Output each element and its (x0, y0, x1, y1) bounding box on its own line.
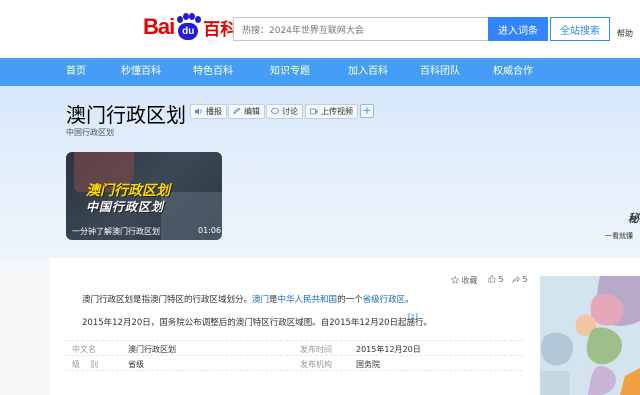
upload-video-button[interactable]: 上传视频 (305, 104, 358, 119)
site-search-button[interactable]: 全站搜索 (550, 17, 610, 41)
summary-text: 是 (269, 295, 278, 305)
info-label: 发布机构 (300, 360, 332, 369)
summary-paragraph-1: 澳门行政区划是指澳门特区的行政区域划分。澳门是中华人民共和国的一个省级行政区。 (82, 293, 414, 305)
info-value: 国务院 (356, 360, 380, 369)
enter-entry-button[interactable]: 进入词条 (488, 17, 548, 41)
chat-bubble-icon (271, 108, 279, 114)
summary-text: 的一个 (337, 295, 363, 305)
share-icon (512, 275, 521, 284)
help-link[interactable]: 帮助 (617, 28, 633, 39)
page-title: 澳门行政区划 (66, 103, 186, 127)
edit-label: 编辑 (244, 107, 260, 116)
entry-subtitle: 中国行政区划 (66, 128, 114, 137)
content-left-gutter (0, 258, 50, 395)
banner-deco-title: 秘 (628, 212, 639, 225)
pencil-icon (233, 108, 241, 115)
summary-text: 澳门行政区划是指澳门特区的行政区域划分。 (82, 295, 253, 305)
district-map-image[interactable] (540, 276, 640, 395)
header: Bai du 百科 进入词条 全站搜索 帮助 (0, 0, 640, 58)
info-value: 省级 (128, 360, 144, 369)
search-box (233, 17, 489, 42)
thumb-up-icon (488, 275, 496, 283)
listen-button[interactable]: 播报 (190, 104, 227, 119)
video-title-line2: 中国行政区划 (86, 200, 165, 214)
info-value: 澳门行政区划 (128, 345, 176, 354)
video-caption: 一分钟了解澳门行政区划 (72, 227, 160, 236)
nav-item-featured[interactable]: 特色百科 (193, 58, 233, 86)
paw-icon: du (175, 13, 202, 41)
prc-link[interactable]: 中华人民共和国 (278, 295, 338, 305)
collect-button[interactable]: 收藏 (450, 275, 478, 286)
share-button[interactable]: 5 (512, 275, 528, 284)
baike-logo[interactable]: Bai du 百科 (143, 13, 237, 41)
discuss-button[interactable]: 讨论 (266, 104, 303, 119)
nav-item-home[interactable]: 首页 (66, 58, 86, 86)
macau-link[interactable]: 澳门 (252, 295, 269, 305)
listen-label: 播报 (206, 107, 222, 116)
like-count: 5 (498, 275, 504, 284)
nav-item-topics[interactable]: 知识专题 (270, 58, 310, 86)
provincial-region-link[interactable]: 省级行政区 (363, 295, 406, 305)
info-label: 发布时间 (300, 345, 332, 354)
info-label: 级 别 (72, 360, 99, 369)
star-icon (450, 275, 460, 284)
collect-label: 收藏 (461, 276, 478, 285)
nav-item-miaodong[interactable]: 秒懂百科 (121, 58, 161, 86)
discuss-label: 讨论 (282, 107, 298, 116)
add-button[interactable]: + (360, 104, 374, 118)
basic-info-divider (66, 370, 522, 386)
video-title-line1: 澳门行政区划 (86, 183, 170, 199)
logo-bai-text: Bai (143, 14, 175, 39)
basic-info-row: 级 别 省级 发布机构 国务院 (66, 355, 522, 371)
like-button[interactable]: 5 (488, 275, 504, 284)
reference-link[interactable]: [1] (408, 313, 418, 321)
info-value: 2015年12月20日 (356, 345, 421, 354)
video-camera-icon (310, 108, 318, 115)
summary-text: 。 (405, 295, 414, 305)
summary-paragraph-2: 2015年12月20日，国务院公布调整后的澳门特区行政区域图。自2015年12月… (82, 318, 433, 328)
share-count: 5 (522, 275, 528, 284)
speaker-icon (195, 108, 202, 115)
main-nav: 首页 秒懂百科 特色百科 知识专题 加入百科 百科团队 权威合作 (0, 58, 640, 86)
search-input[interactable] (234, 20, 489, 42)
nav-item-authority[interactable]: 权威合作 (493, 58, 533, 86)
logo-du-text: du (178, 23, 199, 40)
upload-video-label: 上传视频 (321, 107, 353, 116)
video-duration: 01:06 (198, 226, 222, 235)
basic-info-row: 中文名 澳门行政区划 发布时间 2015年12月20日 (66, 340, 522, 356)
map-graphic (540, 276, 640, 395)
info-label: 中文名 (72, 345, 96, 354)
nav-item-team[interactable]: 百科团队 (420, 58, 460, 86)
nav-item-join[interactable]: 加入百科 (348, 58, 388, 86)
banner-deco-caption: 一看就懂 (605, 232, 633, 240)
edit-button[interactable]: 编辑 (228, 104, 265, 119)
